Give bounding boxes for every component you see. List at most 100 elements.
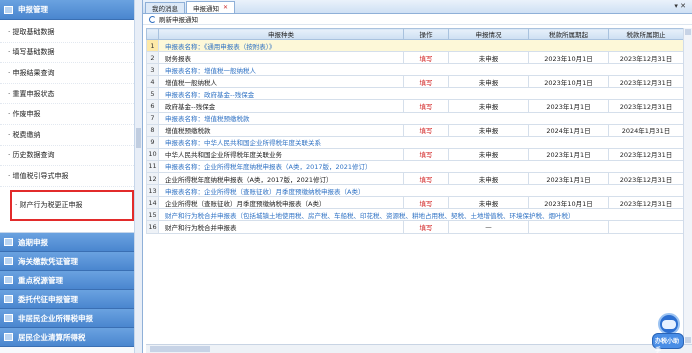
tax-assistant-robot[interactable]: 办税小助手: [652, 313, 684, 353]
table-row: 16 财产和行为税合并申报表 填写 —: [146, 220, 692, 234]
row-number: 5: [146, 87, 159, 101]
column-header-period-end: 税款所属期止: [608, 28, 684, 40]
fill-action-link[interactable]: 填写: [403, 172, 449, 186]
fill-action-link[interactable]: 填写: [403, 75, 449, 89]
declare-type-name: 财产和行为税合并申报表: [158, 220, 404, 234]
folder-icon: [4, 238, 13, 246]
period-start: [528, 220, 609, 234]
sidebar-items: · 提取基础数据 · 填写基础数据 · 申报结果查询 · 重置申报状态 · 作废…: [0, 20, 142, 233]
declare-status: 未申报: [448, 99, 529, 113]
sidebar-group-declare-management[interactable]: 申报管理: [0, 0, 142, 20]
fill-action-link[interactable]: 填写: [403, 123, 449, 137]
row-number: 6: [146, 99, 159, 113]
row-number: 13: [146, 184, 159, 198]
fill-action-link[interactable]: 填写: [403, 220, 449, 234]
category-name: 申报表名称：企业所得税年度纳税申报表（A类，2017版，2021修订）: [158, 159, 692, 174]
sidebar-item-property-correction[interactable]: · 财产行为税更正申报: [10, 189, 134, 221]
table-row: 2 财务报表 填写 未申报 2023年10月1日 2023年12月31日: [146, 51, 692, 65]
row-number: 1: [146, 38, 159, 53]
folder-icon: [4, 295, 13, 303]
period-end: 2023年12月31日: [608, 75, 684, 89]
sidebar-group-customs[interactable]: 海关缴款凭证管理: [0, 252, 142, 271]
table-vertical-scrollbar[interactable]: [683, 28, 692, 344]
folder-icon: [4, 314, 13, 322]
period-end: 2023年12月31日: [608, 147, 684, 161]
table-header-row: 申报种类 操作 申报情况 税款所属期起 税款所属期止: [146, 28, 692, 40]
table-category-row: 5 申报表名称：政府基金--残保金: [146, 87, 692, 101]
period-start: 2023年1月1日: [528, 172, 609, 186]
table-row: 6 政府基金--残保金 填写 未申报 2023年1月1日 2023年12月31日: [146, 99, 692, 113]
period-start: 2023年10月1日: [528, 75, 609, 89]
table-row: 12 企业所得税年度纳税申报表（A类，2017版，2021修订） 填写 未申报 2023…: [146, 172, 692, 186]
row-number: 8: [146, 123, 159, 137]
sidebar-item-history-query[interactable]: · 历史数据查询: [0, 146, 142, 167]
period-start: 2023年10月1日: [528, 196, 609, 210]
sidebar-scrollbar[interactable]: [134, 0, 142, 353]
folder-icon: [4, 276, 13, 284]
period-start: 2024年1月1日: [528, 123, 609, 137]
sidebar-item-reset-status[interactable]: · 重置申报状态: [0, 84, 142, 105]
period-start: 2023年1月1日: [528, 99, 609, 113]
period-end: 2023年12月31日: [608, 51, 684, 65]
tab-label: 申报通知: [193, 4, 219, 13]
declare-status: 未申报: [448, 196, 529, 210]
scrollbar-thumb[interactable]: [136, 128, 141, 148]
main-panel: 我的消息 申报通知 ✕ ▾ ✕ 刷新申报通知 申报种类 操作 申报情况 税款所属…: [143, 0, 692, 353]
refresh-button[interactable]: 刷新申报通知: [159, 14, 198, 24]
table-horizontal-scrollbar[interactable]: [146, 344, 692, 353]
scroll-down-icon[interactable]: [685, 337, 691, 343]
sidebar-item-vat-guided[interactable]: · 增值税引导式申报: [0, 166, 142, 187]
sidebar-item-result-query[interactable]: · 申报结果查询: [0, 63, 142, 84]
sidebar-group-nonresident[interactable]: 非居民企业所得税申报: [0, 309, 142, 328]
row-number: 10: [146, 147, 159, 161]
sidebar-item-tax-payment[interactable]: · 税费缴纳: [0, 125, 142, 146]
sidebar-group-label: 委托代征申报管理: [18, 294, 78, 304]
scrollbar-thumb[interactable]: [150, 346, 210, 352]
table-category-row: 1 申报表名称：《通用申报表（按附表）》: [146, 38, 692, 53]
tax-assistant-label: 办税小助手: [655, 338, 680, 353]
table-category-row: 15 财产和行为税合并申报表（包括城镇土地使用税、房产税、车船税、印花税、资源税、…: [146, 208, 692, 222]
declare-status: —: [448, 220, 529, 234]
sidebar-item-extract-data[interactable]: · 提取基础数据: [0, 22, 142, 43]
period-end: 2023年12月31日: [608, 196, 684, 210]
sidebar-group-label: 海关缴款凭证管理: [18, 256, 78, 266]
table-category-row: 3 申报表名称：增值税一般纳税人: [146, 63, 692, 77]
fill-action-link[interactable]: 填写: [403, 196, 449, 210]
tab-menu-icon[interactable]: ▾ ✕: [674, 2, 686, 10]
period-start: 2023年1月1日: [528, 147, 609, 161]
tab-declare-notice[interactable]: 申报通知 ✕: [186, 1, 236, 13]
fill-action-link[interactable]: 填写: [403, 147, 449, 161]
category-name: 财产和行为税合并申报表（包括城镇土地使用税、房产税、车船税、印花税、资源税、耕地…: [158, 208, 692, 222]
close-icon[interactable]: ✕: [223, 4, 228, 11]
declare-status: 未申报: [448, 75, 529, 89]
declare-type-name: 财务报表: [158, 51, 404, 65]
row-number: 2: [146, 51, 159, 65]
sidebar-item-fill-data[interactable]: · 填写基础数据: [0, 43, 142, 64]
robot-face: [662, 320, 676, 329]
refresh-icon: [149, 15, 156, 23]
category-name: 申报表名称：政府基金--残保金: [158, 87, 692, 101]
sidebar-group-liquidation[interactable]: 居民企业清算所得税: [0, 328, 142, 347]
tab-label: 我的消息: [152, 5, 178, 13]
sidebar: 申报管理 · 提取基础数据 · 填写基础数据 · 申报结果查询 · 重置申报状态…: [0, 0, 143, 353]
period-end: 2023年12月31日: [608, 99, 684, 113]
tab-my-messages[interactable]: 我的消息: [145, 2, 185, 13]
sidebar-group-label: 逾期申报: [18, 237, 48, 247]
table-row: 10 中华人民共和国企业所得税年度关联业务 填写 未申报 2023年1月1日 2023年1…: [146, 147, 692, 161]
sidebar-item-void-declare[interactable]: · 作废申报: [0, 104, 142, 125]
period-end: 2023年12月31日: [608, 172, 684, 186]
declare-type-name: 中华人民共和国企业所得税年度关联业务: [158, 147, 404, 161]
tab-bar: 我的消息 申报通知 ✕ ▾ ✕: [143, 0, 692, 14]
fill-action-link[interactable]: 填写: [403, 51, 449, 65]
sidebar-group-overdue[interactable]: 逾期申报: [0, 233, 142, 252]
fill-action-link[interactable]: 填写: [403, 99, 449, 113]
table-category-row: 7 申报表名称：增值税预缴税款: [146, 111, 692, 125]
sidebar-group-entrusted[interactable]: 委托代征申报管理: [0, 290, 142, 309]
sidebar-group-key-sources[interactable]: 重点税源管理: [0, 271, 142, 290]
scroll-up-icon[interactable]: [685, 29, 691, 35]
declare-type-name: 增值税一般纳税人: [158, 75, 404, 89]
row-number: 11: [146, 159, 159, 174]
declare-type-name: 增值税预缴税款: [158, 123, 404, 137]
sidebar-group-label: 居民企业清算所得税: [18, 332, 86, 342]
toolbar: 刷新申报通知: [143, 14, 692, 25]
